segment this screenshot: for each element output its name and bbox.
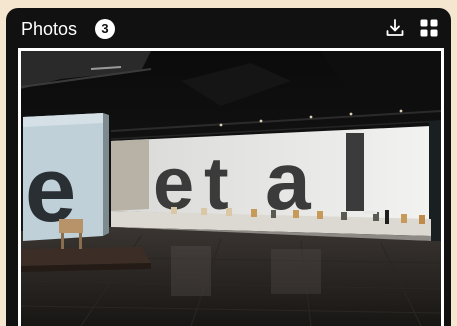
download-button[interactable] xyxy=(383,16,407,40)
grid-view-button[interactable] xyxy=(417,16,441,40)
photos-header: Photos 3 xyxy=(6,8,451,48)
exhibition-photo[interactable]: e t a e xyxy=(21,51,441,326)
grid-view-icon xyxy=(420,19,438,37)
wall-letter-t: t xyxy=(204,142,229,225)
photos-title: Photos xyxy=(21,19,78,39)
download-icon xyxy=(386,19,404,36)
wall-letter-l xyxy=(346,133,364,211)
photo-count-badge: 3 xyxy=(95,19,115,39)
photo-frame[interactable]: e t a e xyxy=(18,48,444,326)
photos-card: Photos 3 e t a e xyxy=(6,8,451,326)
